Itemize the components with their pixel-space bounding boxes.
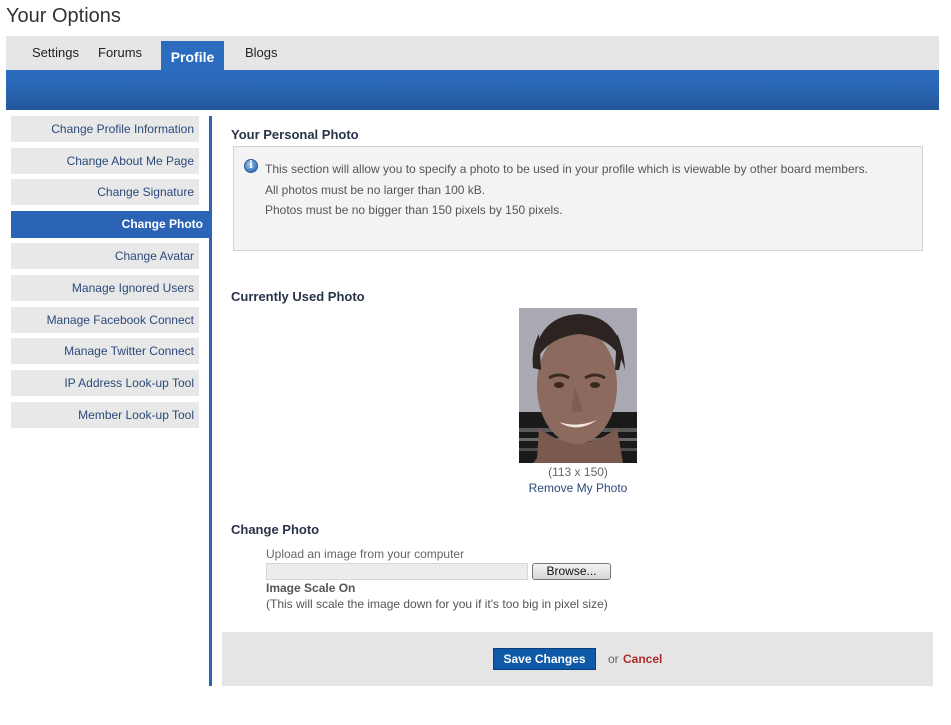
cancel-link[interactable]: Cancel [623,652,662,666]
sidebar-item-manage-twitter-connect[interactable]: Manage Twitter Connect [11,338,199,364]
current-photo-heading: Currently Used Photo [231,289,365,304]
sidebar-item-member-lookup-tool[interactable]: Member Look-up Tool [11,402,199,428]
file-path-input[interactable] [266,563,528,580]
profile-photo-image [519,308,637,463]
tab-blogs[interactable]: Blogs [245,36,278,70]
tab-forums[interactable]: Forums [98,36,142,70]
info-icon: i [244,159,258,173]
tab-profile[interactable]: Profile [161,41,224,70]
page-title: Your Options [6,5,121,27]
sidebar-item-change-about-me-page[interactable]: Change About Me Page [11,148,199,174]
sidebar-item-change-photo[interactable]: Change Photo [11,211,209,238]
sidebar-item-ip-address-lookup-tool[interactable]: IP Address Look-up Tool [11,370,199,396]
or-text: or [608,652,619,666]
info-text-dimension-limit: Photos must be no bigger than 150 pixels… [265,203,563,217]
top-nav: Settings Forums Profile Blogs [6,36,939,70]
info-text-intro: This section will allow you to specify a… [265,162,868,176]
browse-button[interactable]: Browse... [532,563,611,580]
info-box: i This section will allow you to specify… [233,146,923,251]
upload-label: Upload an image from your computer [266,547,465,561]
profile-photo [519,308,637,463]
sidebar-item-change-signature[interactable]: Change Signature [11,179,199,205]
content-divider [209,116,212,686]
sidebar-item-change-profile-information[interactable]: Change Profile Information [11,116,199,142]
image-scale-title: Image Scale On [266,581,356,595]
sidebar-item-manage-ignored-users[interactable]: Manage Ignored Users [11,275,199,301]
tab-settings[interactable]: Settings [32,36,79,70]
photo-dimensions: (113 x 150) [548,465,608,479]
change-photo-heading: Change Photo [231,522,320,537]
personal-photo-heading: Your Personal Photo [231,127,359,142]
remove-photo-link[interactable]: Remove My Photo [500,481,656,495]
sidebar-item-change-avatar[interactable]: Change Avatar [11,243,199,269]
sidebar-item-manage-facebook-connect[interactable]: Manage Facebook Connect [11,307,199,333]
nav-subbar [6,70,939,110]
save-changes-button[interactable]: Save Changes [493,648,596,670]
info-text-size-limit: All photos must be no larger than 100 kB… [265,182,486,197]
image-scale-description: (This will scale the image down for you … [266,597,608,611]
